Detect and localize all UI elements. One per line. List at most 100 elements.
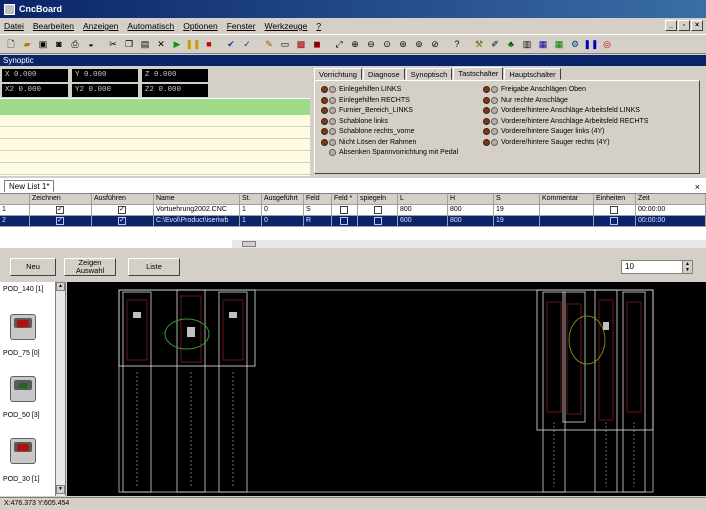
units-checkbox[interactable] [594,205,636,216]
zoom-extra-icon[interactable]: ⊘ [428,37,442,51]
list-close-icon[interactable]: × [695,182,700,192]
option-item[interactable]: Vordere/hintere Sauger rechts (4Y) [483,138,648,147]
new-icon[interactable]: 🗋 [4,37,18,51]
tree-icon[interactable]: ♣ [504,37,518,51]
menu-help[interactable]: ? [316,21,321,31]
cell-executed[interactable]: 0 [262,205,304,216]
zoom-all-icon[interactable]: ⊛ [396,37,410,51]
col-header[interactable]: Ausgeführt [262,194,304,205]
cell-comment[interactable] [540,216,594,227]
menu-fenster[interactable]: Fenster [227,21,256,31]
horizontal-scrollbar[interactable] [232,240,706,248]
col-header[interactable]: Zeit [636,194,706,205]
option-item[interactable]: Schablone rechts_vorne [321,127,458,136]
cell-l[interactable]: 600 [398,216,448,227]
copy-icon[interactable]: ❐ [122,37,136,51]
col-header[interactable]: Feld [304,194,332,205]
option-item[interactable]: Schablone links [321,117,458,126]
option-item[interactable]: Vordere/hintere Anschläge Arbeitsfeld RE… [483,117,648,126]
cell-field[interactable]: S [304,205,332,216]
col-header[interactable]: Name [154,194,240,205]
option-item[interactable]: Freigabe Anschlägen Oben [483,85,648,94]
zoom-fit-icon[interactable]: ⤢ [332,37,346,51]
cell-l[interactable]: 800 [398,205,448,216]
col-header[interactable]: St. [240,194,262,205]
scroll-up-icon[interactable]: ▲ [56,282,65,291]
cut-icon[interactable]: ✂ [106,37,120,51]
cell-time[interactable]: 00:00:00 [636,216,706,227]
new-button[interactable]: Neu [10,258,56,276]
preview-icon[interactable]: ◒ [84,37,98,51]
option-item[interactable]: Furnier_Bereich_LINKS [321,106,458,115]
green-grid-icon[interactable]: ▦ [552,37,566,51]
check-icon[interactable]: ✔ [224,37,238,51]
col-header[interactable]: Zeichnen [30,194,92,205]
col-header[interactable]: Kommentar [540,194,594,205]
zoom-window-icon[interactable]: ⊙ [380,37,394,51]
menu-anzeigen[interactable]: Anzeigen [83,21,118,31]
edit-icon[interactable]: ✎ [262,37,276,51]
tab-hauptschalter[interactable]: Hauptschalter [504,68,561,80]
option-item[interactable]: Vordere/hintere Sauger links (4Y) [483,127,648,136]
help-icon[interactable]: ? [450,37,464,51]
table-row[interactable]: 1 ✓ ✓ Vortuehrung2002.CNC 1 0 S 800 800 … [0,205,706,216]
col-header[interactable]: Einheiten [594,194,636,205]
col-header[interactable]: H [448,194,494,205]
minimize-button[interactable]: _ [665,20,677,31]
spin-arrows-icon[interactable]: ▲ ▼ [682,261,692,273]
paste-icon[interactable]: ▤ [138,37,152,51]
tab-tastschalter[interactable]: Tastschalter [453,67,504,80]
option-item[interactable]: Nicht Lösen der Rahmen [321,138,458,147]
run-checkbox[interactable]: ✓ [92,216,154,227]
cell-field[interactable]: R [304,216,332,227]
tool-icon[interactable]: ⚒ [472,37,486,51]
table-row-selected[interactable]: 2 ✓ ✓ C:\Evol\Product\iseriwb 1 0 R 600 … [0,216,706,227]
pause-icon[interactable]: ❚❚ [185,37,200,51]
scroll-thumb[interactable] [242,241,256,247]
open-icon[interactable]: ▰ [20,37,34,51]
col-header[interactable]: spiegeln [358,194,398,205]
close-button[interactable]: × [691,20,703,31]
cell-h[interactable]: 800 [448,216,494,227]
run-checkbox[interactable]: ✓ [92,205,154,216]
cell-s[interactable]: 19 [494,216,540,227]
field-star-checkbox[interactable] [332,205,358,216]
list-tab[interactable]: New List 1* [4,180,55,192]
validate-icon[interactable]: ✓ [240,37,254,51]
zoom-in-icon[interactable]: ⊕ [348,37,362,51]
save-all-icon[interactable]: ◙ [52,37,66,51]
program-name[interactable]: Vortuehrung2002.CNC [154,205,240,216]
gear-icon[interactable]: ⚙ [568,37,582,51]
tab-vorrichtung[interactable]: Vorrichtung [314,68,362,80]
print-icon[interactable]: ⎙ [68,37,82,51]
save-db-icon[interactable]: ▦ [536,37,550,51]
pods-scrollbar[interactable]: ▲ ▼ [55,282,65,496]
option-item[interactable]: Absenken Spannvorrichtung mit Pedal [321,148,458,157]
pod-icon[interactable] [10,314,36,340]
tab-synoptisch[interactable]: Synoptisch [405,68,453,80]
pod-icon[interactable] [10,438,36,464]
field-star-checkbox[interactable] [332,216,358,227]
show-selection-button[interactable]: Zeigen Auswahl [64,258,116,276]
pod-icon[interactable] [10,376,36,402]
option-item[interactable]: Nur rechte Anschläge [483,96,648,105]
red-square-icon[interactable]: ▩ [294,37,308,51]
stop-square-icon[interactable]: ◼ [310,37,324,51]
draw-checkbox[interactable]: ✓ [30,205,92,216]
counter-stepper[interactable]: 10 ▲ ▼ [621,260,693,274]
option-item[interactable]: Einlegehilfen LINKS [321,85,458,94]
cell-executed[interactable]: 0 [262,216,304,227]
draw-checkbox[interactable]: ✓ [30,216,92,227]
cell-h[interactable]: 800 [448,205,494,216]
zoom-out-icon[interactable]: ⊖ [364,37,378,51]
target-icon[interactable]: ◎ [600,37,614,51]
col-header[interactable]: S [494,194,540,205]
scroll-down-icon[interactable]: ▼ [56,485,65,494]
machine-table-drawing[interactable] [67,282,706,496]
units-checkbox[interactable] [594,216,636,227]
option-item[interactable]: Vordere/hintere Anschläge Arbeitsfeld LI… [483,106,648,115]
stop-icon[interactable]: ■ [202,37,216,51]
zoom-prev-icon[interactable]: ⊚ [412,37,426,51]
pause-blue-icon[interactable]: ❚❚ [583,37,598,51]
col-header[interactable] [0,194,30,205]
